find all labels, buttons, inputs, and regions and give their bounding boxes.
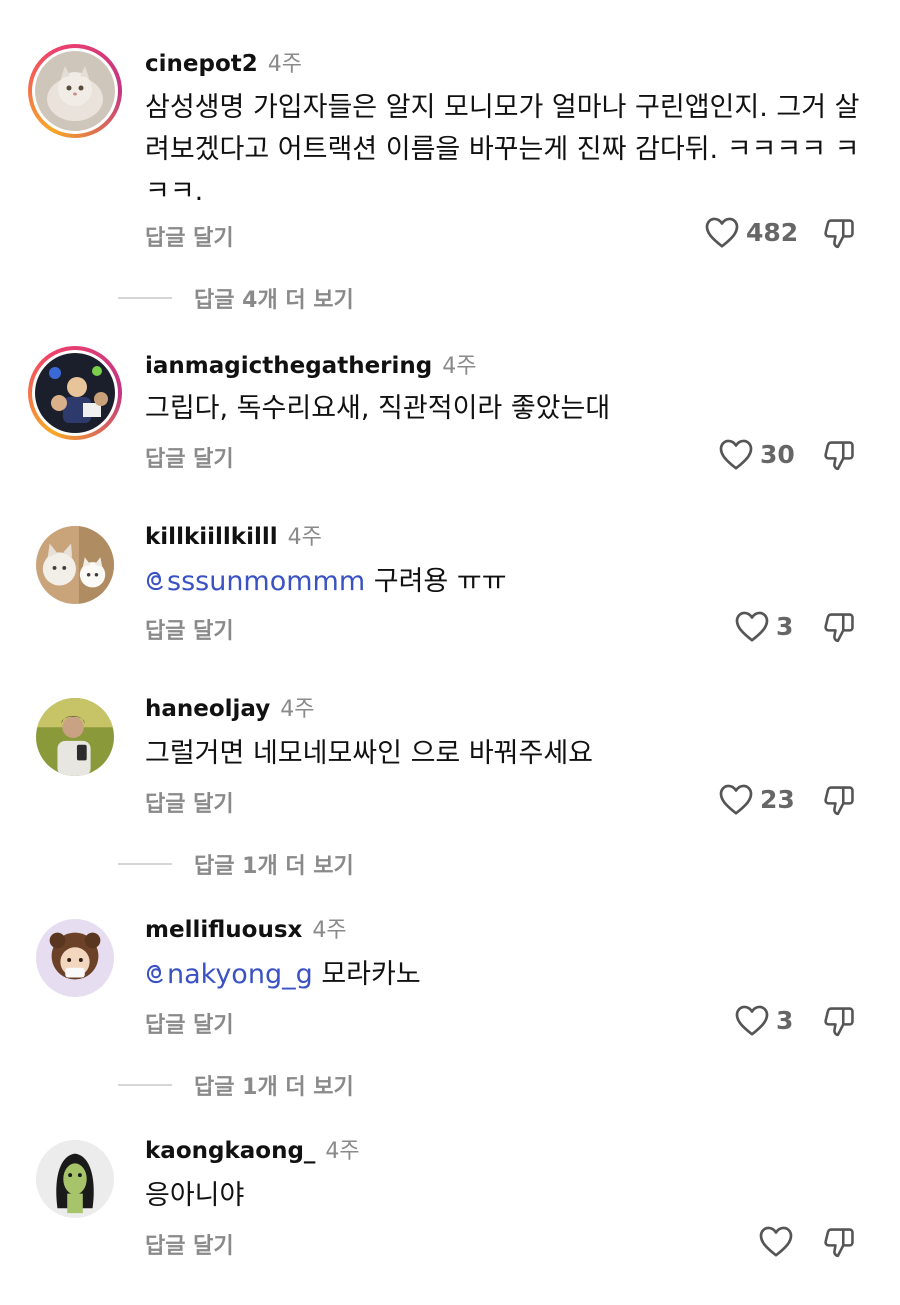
heart-outline-icon bbox=[719, 439, 753, 470]
view-more-replies[interactable]: 답글 4개 더 보기 bbox=[118, 282, 354, 314]
like-button[interactable]: 3 bbox=[734, 609, 793, 643]
avatar[interactable] bbox=[28, 346, 122, 440]
reply-button[interactable]: 답글 달기 bbox=[145, 786, 234, 818]
comment-text: 응아니야 bbox=[145, 1180, 245, 1211]
view-more-replies-label: 답글 4개 더 보기 bbox=[194, 288, 354, 313]
group-photo-avatar-image bbox=[35, 353, 115, 433]
timestamp: 4주 bbox=[280, 697, 315, 722]
dislike-button[interactable] bbox=[822, 438, 856, 474]
dislike-button[interactable] bbox=[822, 216, 856, 252]
comment-header: cinepot2 4주 bbox=[145, 46, 302, 80]
comment-text: 삼성생명 가입자들은 알지 모니모가 얼마나 구린앱인지. 그거 살려보겠다고 … bbox=[145, 92, 860, 207]
comment-header: killkiillkilll 4주 bbox=[145, 519, 322, 553]
person-avatar-image bbox=[36, 698, 114, 776]
mention-username: nakyong_g bbox=[167, 959, 313, 990]
mention-link[interactable]: sssunmommm bbox=[145, 566, 365, 597]
comment-header: ianmagicthegathering 4주 bbox=[145, 348, 476, 382]
dislike-button[interactable] bbox=[822, 610, 856, 646]
heart-outline-icon bbox=[735, 1005, 769, 1036]
like-button[interactable]: 482 bbox=[704, 215, 798, 249]
avatar[interactable] bbox=[36, 526, 114, 604]
avatar[interactable] bbox=[36, 1140, 114, 1218]
doll-avatar-image bbox=[36, 919, 114, 997]
timestamp: 4주 bbox=[287, 525, 322, 550]
username[interactable]: ianmagicthegathering bbox=[145, 353, 432, 379]
thumbs-down-outline-icon bbox=[824, 613, 854, 643]
view-more-replies-label: 답글 1개 더 보기 bbox=[194, 1075, 354, 1100]
comment-text: 그럴거면 네모네모싸인 으로 바꿔주세요 bbox=[145, 738, 594, 769]
like-button[interactable]: 23 bbox=[718, 782, 795, 816]
thumbs-down-outline-icon bbox=[824, 441, 854, 471]
timestamp: 4주 bbox=[442, 354, 477, 379]
cat-avatar-image bbox=[35, 51, 115, 131]
username[interactable]: haneoljay bbox=[145, 696, 270, 722]
divider-line bbox=[118, 1084, 172, 1086]
view-more-replies[interactable]: 답글 1개 더 보기 bbox=[118, 848, 354, 880]
reply-button[interactable]: 답글 달기 bbox=[145, 220, 234, 252]
reply-button[interactable]: 답글 달기 bbox=[145, 1228, 234, 1260]
thumbs-down-outline-icon bbox=[824, 786, 854, 816]
heart-outline-icon bbox=[759, 1226, 793, 1257]
username[interactable]: kaongkaong_ bbox=[145, 1138, 315, 1164]
threads-at-icon bbox=[146, 571, 163, 591]
comment-body: 모라카노 bbox=[321, 959, 421, 990]
heart-outline-icon bbox=[705, 217, 739, 248]
thumbs-down-outline-icon bbox=[824, 1007, 854, 1037]
avatar[interactable] bbox=[36, 698, 114, 776]
timestamp: 4주 bbox=[267, 52, 303, 77]
thumbs-down-outline-icon bbox=[824, 1228, 854, 1258]
reply-button[interactable]: 답글 달기 bbox=[145, 1007, 234, 1039]
like-count: 482 bbox=[746, 217, 799, 247]
view-more-replies[interactable]: 답글 1개 더 보기 bbox=[118, 1069, 354, 1101]
drawing-avatar-image bbox=[36, 1140, 114, 1218]
like-count: 3 bbox=[776, 611, 794, 641]
heart-outline-icon bbox=[735, 611, 769, 642]
comment-text: nakyong_g 모라카노 bbox=[145, 954, 870, 996]
reply-button[interactable]: 답글 달기 bbox=[145, 613, 234, 645]
dislike-button[interactable] bbox=[822, 1225, 856, 1261]
heart-outline-icon bbox=[719, 784, 753, 815]
comment-body: 구려용 ㅠㅠ bbox=[373, 566, 507, 597]
like-button[interactable]: 3 bbox=[734, 1003, 793, 1037]
reply-button[interactable]: 답글 달기 bbox=[145, 441, 234, 473]
mention-username: sssunmommm bbox=[167, 566, 366, 597]
avatar[interactable] bbox=[28, 44, 122, 138]
username[interactable]: killkiillkilll bbox=[145, 524, 278, 550]
cats-avatar-image bbox=[36, 526, 114, 604]
comment-text: sssunmommm 구려용 ㅠㅠ bbox=[145, 561, 870, 603]
avatar[interactable] bbox=[36, 919, 114, 997]
comment-header: haneoljay 4주 bbox=[145, 691, 315, 725]
timestamp: 4주 bbox=[325, 1139, 360, 1164]
comment-text: 그립다, 독수리요새, 직관적이라 좋았는대 bbox=[145, 393, 611, 424]
divider-line bbox=[118, 863, 172, 865]
comment-header: mellifluousx 4주 bbox=[145, 912, 347, 946]
view-more-replies-label: 답글 1개 더 보기 bbox=[194, 854, 354, 879]
like-count: 23 bbox=[760, 784, 795, 814]
username[interactable]: mellifluousx bbox=[145, 917, 302, 943]
like-button[interactable] bbox=[758, 1224, 800, 1258]
comment-header: kaongkaong_ 4주 bbox=[145, 1133, 360, 1167]
like-count: 30 bbox=[760, 439, 795, 469]
timestamp: 4주 bbox=[312, 918, 347, 943]
threads-at-icon bbox=[146, 964, 163, 984]
dislike-button[interactable] bbox=[822, 783, 856, 819]
username[interactable]: cinepot2 bbox=[145, 51, 258, 77]
divider-line bbox=[118, 297, 172, 299]
like-count: 3 bbox=[776, 1005, 794, 1035]
mention-link[interactable]: nakyong_g bbox=[145, 959, 313, 990]
dislike-button[interactable] bbox=[822, 1004, 856, 1040]
like-button[interactable]: 30 bbox=[718, 437, 795, 471]
thumbs-down-outline-icon bbox=[824, 219, 854, 249]
